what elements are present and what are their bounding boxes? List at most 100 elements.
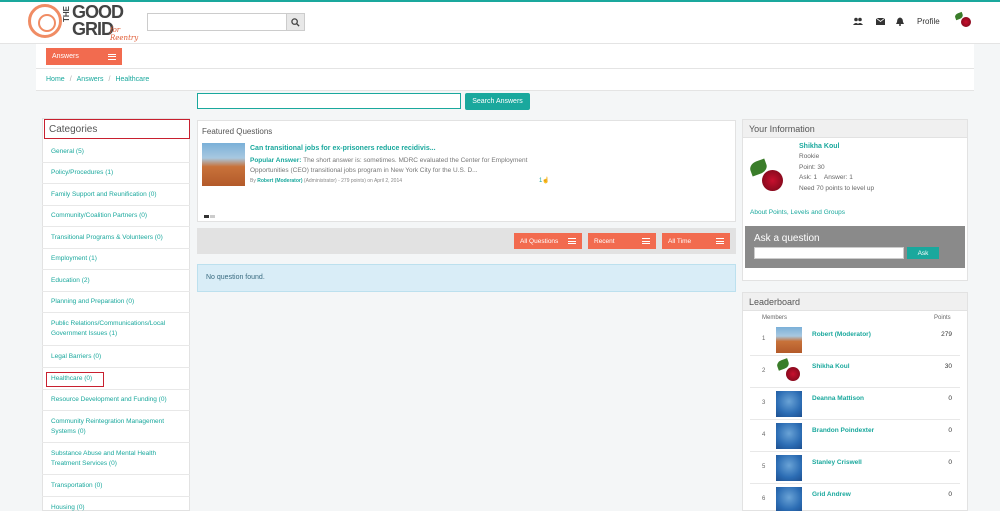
- category-public-relations[interactable]: Public Relations/Communications/Local Go…: [42, 313, 190, 346]
- carousel-dot[interactable]: [210, 215, 215, 218]
- byline-author[interactable]: Robert (Moderator): [257, 178, 302, 184]
- search-icon: [291, 17, 300, 27]
- thumbs-up-icon: ☝: [542, 178, 550, 184]
- users-icon[interactable]: [853, 16, 863, 26]
- lb-points: 0: [948, 459, 952, 466]
- featured-title: Featured Questions: [202, 127, 273, 136]
- category-transitional-programs[interactable]: Transitional Programs & Volunteers (0): [42, 227, 190, 249]
- category-employment[interactable]: Employment (1): [42, 249, 190, 270]
- filter-all-time-label: All Time: [668, 237, 692, 245]
- categories-title: Categories: [44, 119, 190, 139]
- info-user-name[interactable]: Shikha Koul: [799, 143, 839, 150]
- category-housing[interactable]: Housing (0): [42, 497, 190, 511]
- info-ask-answer: Ask: 1 Answer: 1: [799, 174, 853, 181]
- featured-question-link[interactable]: Can transitional jobs for ex-prisoners r…: [250, 145, 436, 152]
- site-logo[interactable]: THE GOOD GRID for Reentry: [26, 2, 142, 42]
- site-search-button[interactable]: [286, 13, 305, 31]
- lb-avatar[interactable]: [776, 359, 802, 385]
- category-family-support[interactable]: Family Support and Reunification (0): [42, 184, 190, 206]
- site-search-input[interactable]: [147, 13, 287, 31]
- lb-points: 279: [941, 331, 952, 338]
- leaderboard-row: 1 Robert (Moderator) 279: [750, 324, 960, 356]
- logo-the: THE: [62, 6, 71, 22]
- lb-avatar[interactable]: [776, 391, 802, 417]
- leaderboard-row: 4 Brandon Poindexter 0: [750, 420, 960, 452]
- featured-question-image[interactable]: [202, 143, 245, 186]
- lb-rank: 1: [762, 336, 766, 342]
- leaderboard-col-members: Members: [762, 315, 788, 321]
- logo-grid: GRID: [72, 19, 114, 39]
- ask-question-title: Ask a question: [754, 233, 820, 244]
- category-general[interactable]: General (5): [42, 141, 190, 163]
- menu-icon: [642, 238, 650, 244]
- leaderboard-col-points: Points: [934, 315, 951, 321]
- filter-recent[interactable]: Recent: [588, 233, 656, 249]
- lb-rank: 6: [762, 496, 766, 502]
- menu-icon: [568, 238, 576, 244]
- lb-name[interactable]: Deanna Mattison: [812, 395, 864, 402]
- lb-avatar[interactable]: [776, 487, 802, 511]
- answers-menu-button[interactable]: Answers: [46, 48, 122, 65]
- carousel-dot-active[interactable]: [204, 215, 209, 218]
- category-reintegration-systems[interactable]: Community Reintegration Management Syste…: [42, 411, 190, 443]
- category-substance-abuse[interactable]: Substance Abuse and Mental Health Treatm…: [42, 443, 190, 475]
- bell-icon[interactable]: [895, 16, 905, 26]
- your-information-title: Your Information: [743, 120, 967, 138]
- filter-recent-label: Recent: [594, 237, 615, 245]
- leaderboard-title: Leaderboard: [743, 293, 967, 311]
- popular-answer-label: Popular Answer:: [250, 157, 302, 164]
- mail-icon[interactable]: [875, 16, 885, 26]
- category-education[interactable]: Education (2): [42, 270, 190, 292]
- lb-rank: 2: [762, 368, 766, 374]
- leaderboard-row: 3 Deanna Mattison 0: [750, 388, 960, 420]
- selected-category-highlight: [46, 372, 104, 387]
- question-search-input[interactable]: [197, 93, 461, 109]
- featured-byline: By Robert (Moderator) (Administrator) - …: [250, 178, 402, 184]
- info-avatar: [748, 159, 786, 197]
- lb-points: 0: [948, 427, 952, 434]
- subheader-bar: [36, 44, 974, 69]
- lb-name[interactable]: Stanley Criswell: [812, 459, 862, 466]
- category-legal-barriers[interactable]: Legal Barriers (0): [42, 346, 190, 368]
- lb-name[interactable]: Robert (Moderator): [812, 331, 871, 338]
- byline-role: (Administrator) - 279 points): [303, 178, 366, 184]
- lb-name[interactable]: Shikha Koul: [812, 363, 850, 370]
- lb-name[interactable]: Brandon Poindexter: [812, 427, 874, 434]
- lb-rank: 4: [762, 432, 766, 438]
- lb-points: 30: [944, 363, 952, 370]
- lb-name[interactable]: Grid Andrew: [812, 491, 851, 498]
- featured-answer: Popular Answer: The short answer is: som…: [250, 156, 550, 176]
- filter-all-questions[interactable]: All Questions: [514, 233, 582, 249]
- breadcrumb: Home / Answers / Healthcare: [46, 76, 150, 83]
- ask-question-input[interactable]: [754, 247, 904, 259]
- info-points: Point: 30: [799, 164, 825, 171]
- filter-all-time[interactable]: All Time: [662, 233, 730, 249]
- category-planning[interactable]: Planning and Preparation (0): [42, 292, 190, 313]
- leaderboard-row: 6 Grid Andrew 0: [750, 484, 960, 511]
- about-points-link[interactable]: About Points, Levels and Groups: [750, 209, 845, 216]
- leaderboard-row: 2 Shikha Koul 30: [750, 356, 960, 388]
- profile-link[interactable]: Profile: [917, 17, 940, 26]
- lb-avatar[interactable]: [776, 455, 802, 481]
- leaderboard-row: 5 Stanley Criswell 0: [750, 452, 960, 484]
- lb-avatar[interactable]: [776, 423, 802, 449]
- breadcrumb-answers[interactable]: Answers: [77, 76, 104, 83]
- category-policy-procedures[interactable]: Policy/Procedures (1): [42, 163, 190, 184]
- breadcrumb-home[interactable]: Home: [46, 76, 65, 83]
- category-community-partners[interactable]: Community/Coalition Partners (0): [42, 206, 190, 227]
- lb-rank: 3: [762, 400, 766, 406]
- breadcrumb-healthcare[interactable]: Healthcare: [115, 76, 149, 83]
- lb-rank: 5: [762, 464, 766, 470]
- user-avatar[interactable]: [954, 12, 972, 30]
- lb-avatar[interactable]: [776, 327, 802, 353]
- category-resource-development[interactable]: Resource Development and Funding (0): [42, 390, 190, 411]
- info-rank: Rookie: [799, 153, 820, 160]
- breadcrumb-bar: [36, 69, 974, 91]
- lb-points: 0: [948, 395, 952, 402]
- carousel-dots[interactable]: [204, 213, 216, 218]
- ask-button[interactable]: Ask: [907, 247, 939, 259]
- category-transportation[interactable]: Transportation (0): [42, 475, 190, 497]
- no-questions-message: No question found.: [197, 264, 736, 292]
- featured-likes[interactable]: 1☝: [539, 177, 550, 184]
- search-answers-button[interactable]: Search Answers: [465, 93, 530, 110]
